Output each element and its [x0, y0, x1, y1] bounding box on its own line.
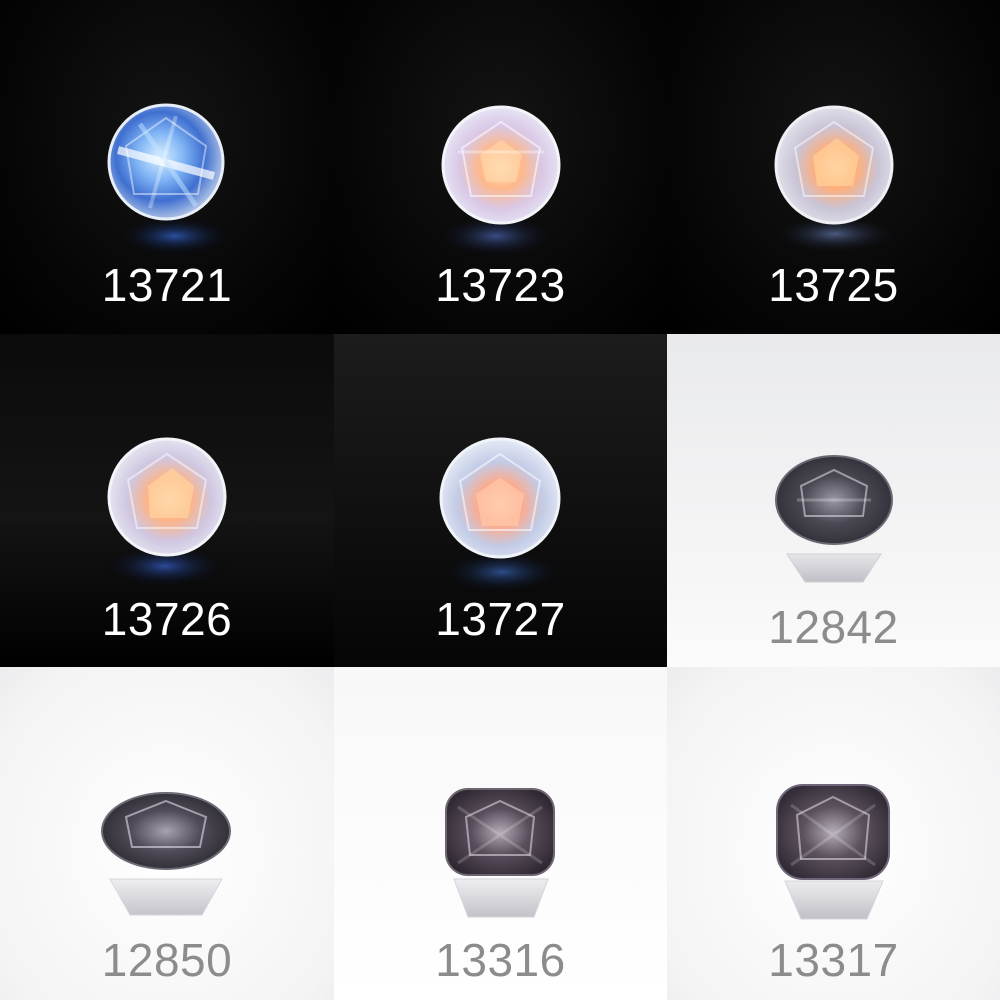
gem-tile-13727[interactable]: 13727	[334, 334, 667, 667]
gem-tile-12842[interactable]: 12842	[667, 334, 1000, 667]
gem-label: 13726	[101, 593, 233, 645]
gem-tile-12850[interactable]: 12850	[0, 667, 334, 1000]
gem-label: 13317	[768, 934, 899, 986]
gem-tile-13725[interactable]: 13725	[667, 0, 1000, 334]
gem-label: 13727	[435, 593, 566, 645]
gem-label: 12842	[768, 601, 899, 653]
gem-label: 13723	[435, 259, 566, 311]
gem-tile-13723[interactable]: 13723	[334, 0, 667, 334]
gem-tile-13317[interactable]: 13317	[667, 667, 1000, 1000]
gem-label: 13725	[768, 259, 899, 311]
gem-tile-13726[interactable]: 13726	[0, 334, 334, 667]
gem-photo-grid: 13721 13723 13725 13726 13727 12842 1285…	[0, 0, 1000, 1000]
gem-tile-13721[interactable]: 13721	[0, 0, 334, 334]
gem-tile-13316[interactable]: 13316	[334, 667, 667, 1000]
gem-label: 12850	[101, 934, 233, 986]
gem-label: 13316	[435, 934, 566, 986]
gem-label: 13721	[101, 259, 233, 311]
